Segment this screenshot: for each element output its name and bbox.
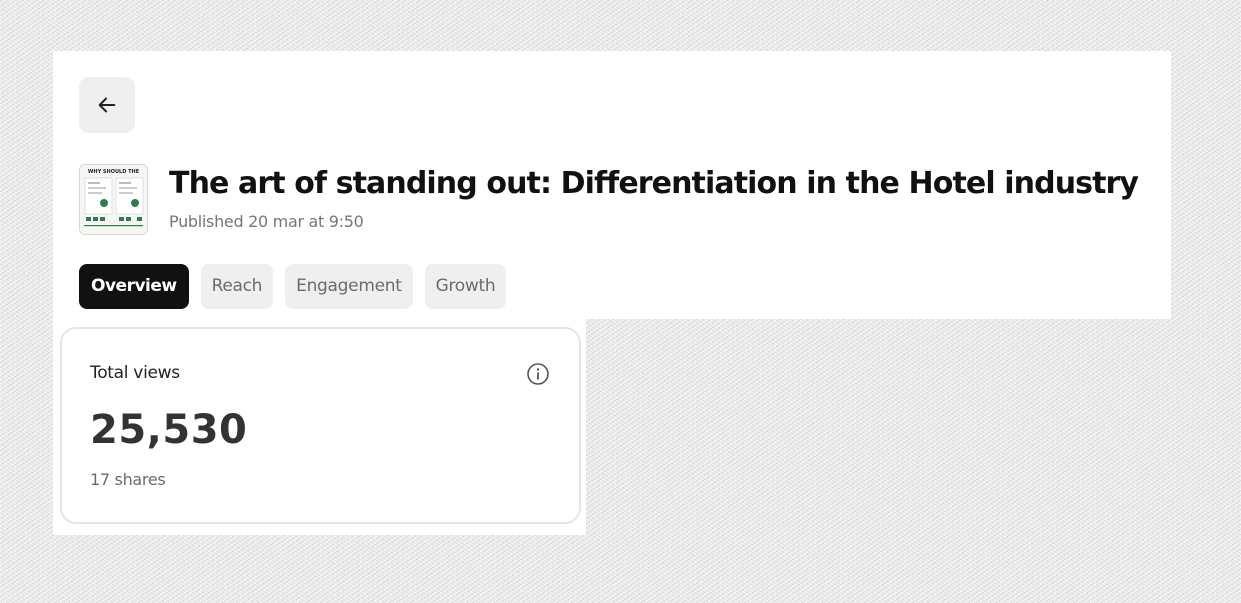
tab-overview[interactable]: Overview [79,264,189,309]
total-views-card: Total views 25,530 17 shares [60,327,581,524]
tab-engagement[interactable]: Engagement [285,264,413,309]
thumbnail-text: WHY SHOULD THE [88,169,140,175]
back-button[interactable] [79,77,135,133]
arrow-left-icon [98,97,116,113]
post-title: The art of standing out: Differentiation… [169,166,1139,201]
stat-label: Total views [90,363,180,383]
info-icon[interactable] [526,362,550,386]
thumbnail-image: WHY SHOULD THE [80,165,147,234]
post-thumbnail: WHY SHOULD THE [79,164,148,235]
tab-growth[interactable]: Growth [424,264,507,309]
stat-value: 25,530 [90,407,248,453]
published-date: Published 20 mar at 9:50 [169,212,364,231]
stat-shares: 17 shares [90,470,166,489]
tab-bar: Overview Reach Engagement Growth [79,264,507,309]
tab-reach[interactable]: Reach [200,264,274,309]
